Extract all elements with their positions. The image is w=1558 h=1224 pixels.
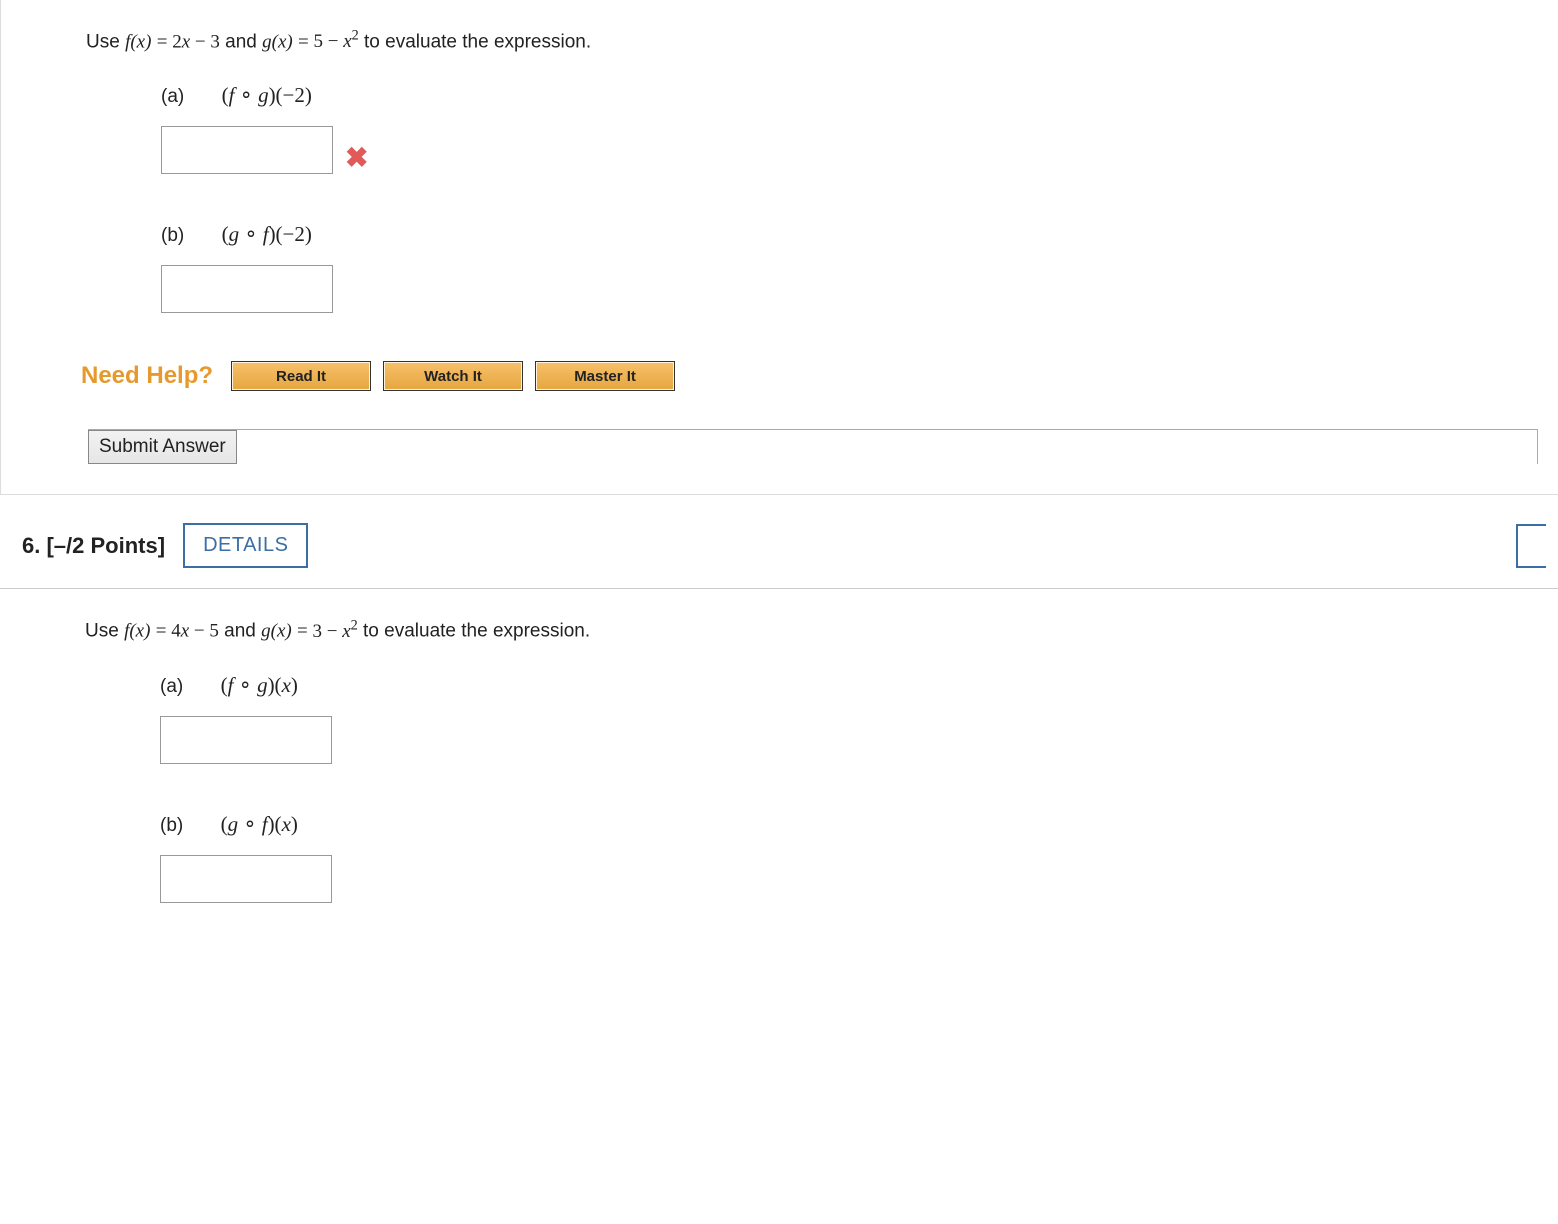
q5-parts: (a) (f ∘ g)(−2) ✖ (b) (g ∘ f)(−2) [86, 83, 1558, 313]
part-a-expr: (f ∘ g)(x) [221, 673, 298, 697]
and: and [224, 621, 261, 642]
eq1: = [157, 31, 172, 52]
f-rhs: 4x − 5 [171, 621, 219, 642]
eq2: = [298, 31, 313, 52]
submit-answer-button[interactable]: Submit Answer [88, 430, 237, 464]
f-rhs: 2x − 3 [172, 31, 220, 52]
q6-part-b: (b) (g ∘ f)(x) [160, 812, 1558, 903]
question-6-body: Use f(x) = 4x − 5 and g(x) = 3 − x2 to e… [0, 589, 1558, 962]
eq2: = [297, 621, 312, 642]
need-help-row: Need Help? Read It Watch It Master It [81, 361, 1558, 391]
q6-b-input[interactable] [160, 855, 332, 903]
g-lhs: g(x) [262, 31, 293, 52]
prompt-post: to evaluate the expression. [363, 621, 590, 642]
part-a-label: (a) [160, 676, 215, 698]
and: and [225, 31, 262, 52]
part-b-label: (b) [160, 815, 215, 837]
q6-part-a: (a) (f ∘ g)(x) [160, 673, 1558, 764]
q6-header-left: 6. [–/2 Points] DETAILS [22, 523, 308, 568]
master-it-button[interactable]: Master It [535, 361, 675, 391]
q5-a-input[interactable] [161, 126, 333, 174]
q6-a-input[interactable] [160, 716, 332, 764]
submit-wrap: Submit Answer [88, 429, 1558, 464]
f-lhs: f(x) [124, 621, 150, 642]
g-rhs: 3 − x2 [312, 621, 357, 642]
q6-number: 6. [–/2 Points] [22, 533, 165, 559]
q5-prompt: Use f(x) = 2x − 3 and g(x) = 5 − x2 to e… [86, 0, 1558, 53]
part-b-expr: (g ∘ f)(−2) [222, 222, 312, 246]
question-6-header: 6. [–/2 Points] DETAILS [0, 495, 1558, 589]
q6-parts: (a) (f ∘ g)(x) (b) (g ∘ f)(x) [85, 673, 1558, 903]
details-button[interactable]: DETAILS [183, 523, 308, 568]
q6-prompt: Use f(x) = 4x − 5 and g(x) = 3 − x2 to e… [85, 589, 1558, 642]
prompt-pre: Use [86, 31, 125, 52]
eq1: = [156, 621, 171, 642]
submit-bar: Submit Answer [88, 429, 1538, 464]
part-b-expr: (g ∘ f)(x) [221, 812, 298, 836]
part-a-label: (a) [161, 86, 216, 108]
incorrect-icon: ✖ [345, 141, 368, 174]
prompt-pre: Use [85, 621, 124, 642]
prompt-post: to evaluate the expression. [364, 31, 591, 52]
need-help-label: Need Help? [81, 362, 213, 390]
read-it-button[interactable]: Read It [231, 361, 371, 391]
watch-it-button[interactable]: Watch It [383, 361, 523, 391]
g-lhs: g(x) [261, 621, 292, 642]
part-a-expr: (f ∘ g)(−2) [222, 83, 312, 107]
question-5-body: Use f(x) = 2x − 3 and g(x) = 5 − x2 to e… [0, 0, 1558, 495]
my-notes-button[interactable] [1516, 524, 1546, 568]
f-lhs: f(x) [125, 31, 151, 52]
q5-b-input[interactable] [161, 265, 333, 313]
g-rhs: 5 − x2 [313, 31, 358, 52]
q5-part-b: (b) (g ∘ f)(−2) [161, 222, 1558, 313]
q5-part-a: (a) (f ∘ g)(−2) ✖ [161, 83, 1558, 174]
part-b-label: (b) [161, 225, 216, 247]
